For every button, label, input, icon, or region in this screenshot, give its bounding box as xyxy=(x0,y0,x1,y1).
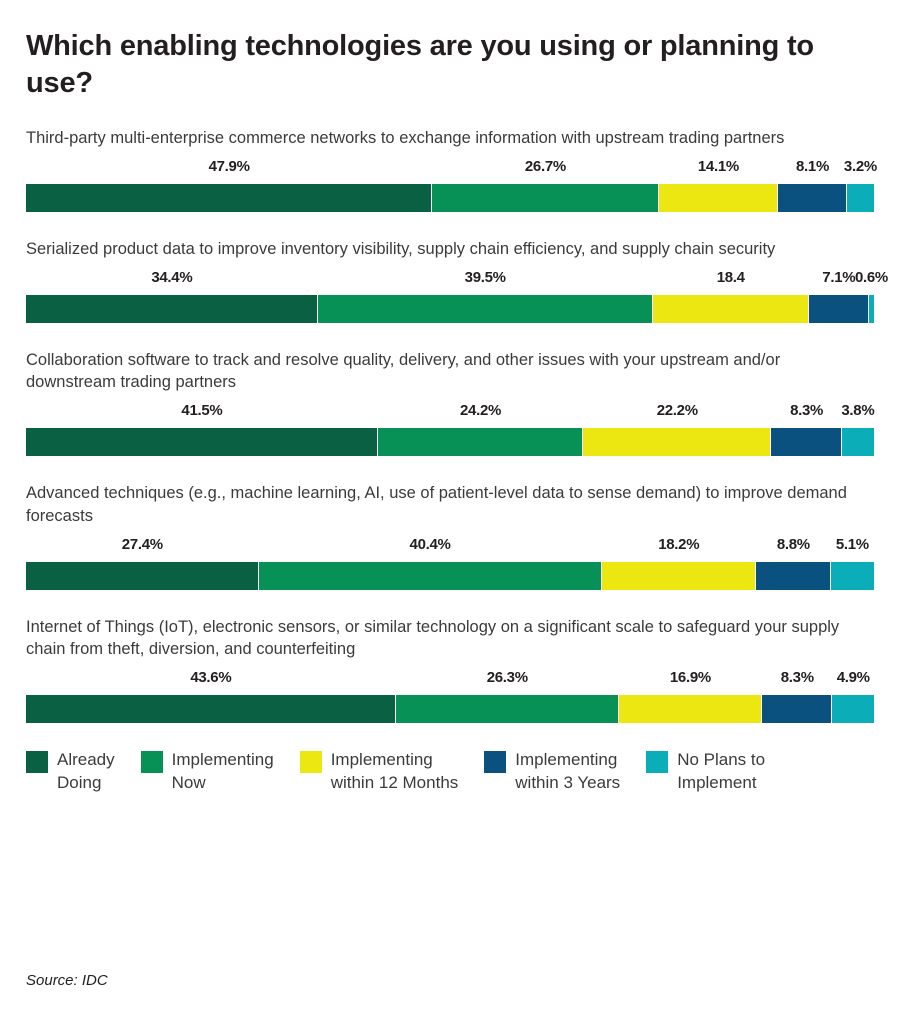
source-note: Source: IDC xyxy=(26,972,108,989)
bar-segment[interactable] xyxy=(832,695,874,724)
stacked-bar xyxy=(26,294,874,323)
segment-value-label: 5.1% xyxy=(835,535,869,553)
bar-segment[interactable] xyxy=(432,183,659,212)
legend-item[interactable]: Already Doing xyxy=(26,749,115,794)
legend-swatch-icon xyxy=(484,751,507,774)
bar-segment[interactable] xyxy=(771,428,842,457)
bar-segment[interactable] xyxy=(762,695,833,724)
bar-segment[interactable] xyxy=(583,428,772,457)
bar-segment[interactable] xyxy=(601,561,756,590)
bar-group: Serialized product data to improve inven… xyxy=(26,238,888,323)
legend-label: Implementing within 3 Years xyxy=(515,750,621,792)
legend-item[interactable]: Implementing within 12 Months xyxy=(299,749,459,794)
bar-group: Advanced techniques (e.g., machine learn… xyxy=(26,482,874,590)
bar-category-label: Collaboration software to track and reso… xyxy=(26,350,781,392)
bar-group: Third-party multi-enterprise commerce ne… xyxy=(26,127,878,212)
bar-segment[interactable] xyxy=(258,561,602,590)
legend-swatch-icon xyxy=(299,751,322,774)
bar-chart: Third-party multi-enterprise commerce ne… xyxy=(26,127,888,724)
bar-segment[interactable] xyxy=(26,294,318,323)
segment-value-label: 8.3% xyxy=(780,669,814,687)
segment-value-label: 0.6% xyxy=(854,268,888,286)
segment-value-label: 47.9% xyxy=(208,157,250,175)
bar-segment[interactable] xyxy=(26,428,378,457)
stacked-bar xyxy=(26,561,874,590)
segment-value-label: 22.2% xyxy=(656,402,698,420)
legend-label: No Plans to Implement xyxy=(677,750,766,792)
legend-swatch-icon xyxy=(140,751,163,774)
segment-value-label: 27.4% xyxy=(121,535,163,553)
bar-track: 27.4% 40.4% 18.2% 8.8% 5.1% xyxy=(26,536,874,590)
bar-segment[interactable] xyxy=(377,428,584,457)
segment-value-labels: 34.4% 39.5% 18.4 7.1% 0.6% xyxy=(26,268,888,291)
bar-category-label: Serialized product data to improve inven… xyxy=(26,239,776,258)
segment-value-label: 43.6% xyxy=(190,669,232,687)
bar-track: 41.5% 24.2% 22.2% 8.3% 3.8% xyxy=(26,402,875,457)
legend-label: Already Doing xyxy=(57,750,115,792)
segment-value-labels: 47.9% 26.7% 14.1% 8.1% 3.2% xyxy=(26,157,878,180)
legend-item[interactable]: No Plans to Implement xyxy=(646,749,765,794)
bar-segment[interactable] xyxy=(26,183,433,212)
bar-segment[interactable] xyxy=(841,428,874,457)
bar-segment[interactable] xyxy=(846,183,874,212)
segment-value-label: 39.5% xyxy=(464,268,506,286)
bar-group: Internet of Things (IoT), electronic sen… xyxy=(26,616,874,724)
segment-value-label: 40.4% xyxy=(409,535,451,553)
stacked-bar xyxy=(26,183,874,212)
bar-track: 47.9% 26.7% 14.1% 8.1% 3.2% xyxy=(26,157,878,212)
bar-segment[interactable] xyxy=(868,294,874,323)
bar-category-label: Third-party multi-enterprise commerce ne… xyxy=(26,129,785,148)
bar-group: Collaboration software to track and reso… xyxy=(26,349,875,457)
segment-value-label: 16.9% xyxy=(669,669,711,687)
segment-value-label: 18.4 xyxy=(716,268,745,286)
bar-segment[interactable] xyxy=(618,695,763,724)
segment-value-label: 14.1% xyxy=(697,157,739,175)
segment-value-labels: 27.4% 40.4% 18.2% 8.8% 5.1% xyxy=(26,536,874,558)
stacked-bar xyxy=(26,428,874,457)
segment-value-label: 8.8% xyxy=(776,535,810,553)
bar-segment[interactable] xyxy=(26,561,259,590)
chart-page: Which enabling technologies are you usin… xyxy=(0,0,900,1017)
segment-value-labels: 41.5% 24.2% 22.2% 8.3% 3.8% xyxy=(26,402,874,424)
bar-category-label: Advanced techniques (e.g., machine learn… xyxy=(26,484,847,525)
segment-value-label: 7.1% xyxy=(822,268,856,286)
segment-value-label: 8.1% xyxy=(796,157,830,175)
segment-value-label: 26.3% xyxy=(486,669,528,687)
legend-item[interactable]: Implementing Now xyxy=(140,749,274,794)
chart-legend: Already Doing Implementing Now Implementin… xyxy=(26,749,886,794)
bar-category-label: Internet of Things (IoT), electronic sen… xyxy=(26,617,840,659)
bar-segment[interactable] xyxy=(808,294,869,323)
legend-label: Implementing Now xyxy=(171,750,274,792)
legend-swatch-icon xyxy=(646,751,669,774)
legend-label: Implementing within 12 Months xyxy=(330,750,459,792)
bar-segment[interactable] xyxy=(317,294,653,323)
legend-swatch-icon xyxy=(26,751,48,774)
stacked-bar xyxy=(26,695,874,724)
segment-value-labels: 43.6% 26.3% 16.9% 8.3% 4.9% xyxy=(26,669,874,691)
bar-track: 43.6% 26.3% 16.9% 8.3% 4.9% xyxy=(26,669,874,724)
segment-value-label: 34.4% xyxy=(151,268,193,286)
segment-value-label: 24.2% xyxy=(459,402,502,420)
bar-segment[interactable] xyxy=(755,561,831,590)
segment-value-label: 8.3% xyxy=(790,402,824,420)
bar-track: 34.4% 39.5% 18.4 7.1% 0.6% xyxy=(26,268,888,323)
bar-segment[interactable] xyxy=(830,561,874,590)
bar-segment[interactable] xyxy=(658,183,779,212)
segment-value-label: 4.9% xyxy=(836,669,870,687)
segment-value-label: 3.8% xyxy=(841,402,875,420)
bar-segment[interactable] xyxy=(26,695,396,724)
segment-value-label: 41.5% xyxy=(181,402,223,420)
segment-value-label: 26.7% xyxy=(524,157,566,175)
bar-segment[interactable] xyxy=(778,183,847,212)
legend-item[interactable]: Implementing within 3 Years xyxy=(484,749,620,794)
segment-value-label: 3.2% xyxy=(843,157,877,175)
bar-segment[interactable] xyxy=(395,695,619,724)
segment-value-label: 18.2% xyxy=(658,535,700,553)
page-title: Which enabling technologies are you usin… xyxy=(26,30,814,99)
bar-segment[interactable] xyxy=(652,294,809,323)
